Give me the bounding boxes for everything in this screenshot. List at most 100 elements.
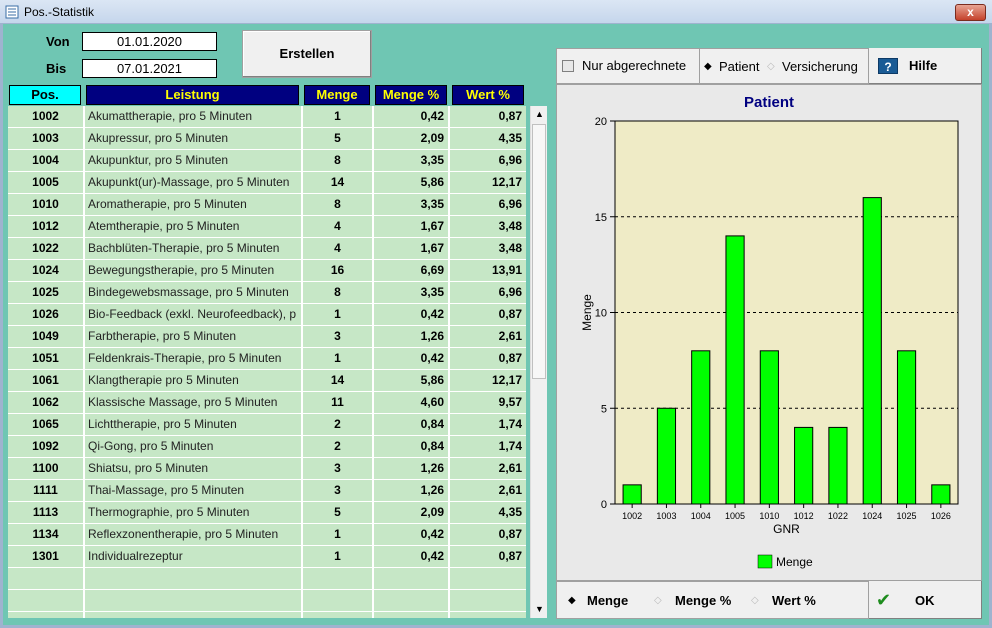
bar (725, 235, 745, 505)
versicherung-radio-icon[interactable]: ◇ (767, 61, 775, 72)
title-bar: Pos.-Statistik x (0, 0, 992, 24)
menge-cell: 1 (334, 351, 341, 365)
column-divider (372, 106, 374, 618)
leistung-cell: Bindegewebsmassage, pro 5 Minuten (88, 285, 289, 299)
menge-cell: 8 (334, 153, 341, 167)
bar (794, 426, 814, 505)
wert-pct-cell: 1,74 (498, 417, 522, 431)
menge-pct-radio-icon[interactable]: ◇ (654, 595, 662, 606)
wert-pct-cell (452, 568, 526, 589)
leistung-cell: Thai-Massage, pro 5 Minuten (88, 483, 245, 497)
menge-pct-cell: 0,42 (420, 307, 444, 321)
table-scrollbar[interactable]: ▲ ▼ (530, 106, 547, 618)
column-header-leistung[interactable]: Leistung (86, 85, 299, 105)
erstellen-button[interactable]: Erstellen (242, 30, 372, 78)
von-date-field[interactable]: 01.01.2020 (82, 32, 217, 51)
patient-radio-icon[interactable]: ◆ (704, 61, 712, 72)
scroll-thumb[interactable] (532, 124, 546, 379)
leistung-cell: Akupunkt(ur)-Massage, pro 5 Minuten (88, 175, 290, 189)
menge-pct-cell: 1,67 (420, 241, 444, 255)
wert-pct-cell: 0,87 (498, 109, 522, 123)
pos-cell: 1111 (33, 483, 58, 497)
bis-date-field[interactable]: 07.01.2021 (82, 59, 217, 78)
hilfe-label: Hilfe (909, 58, 938, 73)
pos-cell: 1051 (32, 351, 59, 365)
column-divider (448, 106, 450, 618)
menge-cell: 1 (334, 549, 341, 563)
legend-label: Menge (776, 555, 813, 569)
menge-pct-cell: 5,86 (420, 373, 444, 387)
x-tick-label: 1025 (897, 511, 917, 521)
wert-pct-cell: 0,87 (498, 351, 522, 365)
scroll-up-icon[interactable]: ▲ (531, 106, 548, 123)
ok-label: OK (915, 593, 935, 608)
pos-cell: 1010 (32, 197, 59, 211)
column-header-wert-pct[interactable]: Wert % (452, 85, 524, 105)
pos-cell: 1022 (32, 241, 59, 255)
menge-pct-radio-label[interactable]: Menge % (675, 593, 731, 608)
x-tick-label: 1003 (656, 511, 676, 521)
wert-pct-cell: 4,35 (498, 131, 522, 145)
patient-radio-label[interactable]: Patient (719, 59, 759, 74)
y-axis-label: Menge (580, 294, 594, 331)
leistung-cell: Atemtherapie, pro 5 Minuten (88, 219, 240, 233)
nur-abgerechnete-checkbox[interactable] (562, 60, 574, 72)
pos-cell: 1026 (32, 307, 59, 321)
column-header-menge[interactable]: Menge (304, 85, 370, 105)
wert-pct-cell: 6,96 (498, 153, 522, 167)
bar (656, 407, 677, 505)
pos-cell: 1301 (32, 549, 59, 563)
bar (622, 484, 642, 505)
bar (862, 197, 882, 505)
chart-title: Patient (744, 94, 794, 111)
y-tick-label: 10 (595, 308, 607, 320)
menge-cell: 5 (334, 505, 341, 519)
wert-pct-radio-label[interactable]: Wert % (772, 593, 816, 608)
menge-cell: 8 (334, 197, 341, 211)
bar (691, 350, 711, 505)
menge-pct-cell: 0,42 (420, 549, 444, 563)
versicherung-radio-label[interactable]: Versicherung (782, 59, 858, 74)
menge-cell: 11 (331, 395, 344, 409)
menge-pct-cell: 1,67 (420, 219, 444, 233)
scroll-down-icon[interactable]: ▼ (531, 601, 548, 618)
menge-pct-cell: 5,86 (420, 175, 444, 189)
pos-cell: 1002 (32, 109, 59, 123)
menge-radio-label[interactable]: Menge (587, 593, 628, 608)
menge-pct-cell (376, 590, 448, 611)
bar (896, 350, 917, 505)
menge-cell: 2 (334, 417, 341, 431)
menge-cell (303, 568, 372, 589)
column-divider (83, 106, 85, 618)
leistung-cell: Klangtherapie pro 5 Minuten (88, 373, 239, 387)
bar (828, 426, 848, 505)
menge-cell: 3 (334, 329, 341, 343)
menge-pct-cell: 0,84 (420, 439, 444, 453)
menge-pct-cell: 1,26 (420, 329, 444, 343)
leistung-cell: Klassische Massage, pro 5 Minuten (88, 395, 278, 409)
von-label: Von (46, 34, 70, 49)
leistung-cell: Aromatherapie, pro 5 Minuten (88, 197, 247, 211)
close-button[interactable]: x (955, 4, 986, 21)
leistung-cell: Bachblüten-Therapie, pro 5 Minuten (88, 241, 280, 255)
y-tick-label: 20 (595, 116, 607, 128)
x-tick-label: 1012 (794, 511, 814, 521)
checkmark-icon: ✔ (876, 590, 892, 610)
menge-pct-cell: 1,26 (420, 461, 444, 475)
menge-cell: 1 (334, 307, 341, 321)
wert-pct-radio-icon[interactable]: ◇ (751, 595, 759, 606)
column-header-menge-pct[interactable]: Menge % (375, 85, 447, 105)
x-tick-label: 1022 (828, 511, 848, 521)
menge-pct-cell: 3,35 (420, 285, 444, 299)
wert-pct-cell: 0,87 (498, 527, 522, 541)
bar (759, 350, 779, 505)
y-tick-label: 5 (601, 403, 607, 415)
column-header-pos[interactable]: Pos. (9, 85, 81, 105)
wert-pct-cell: 0,87 (498, 549, 522, 563)
menge-radio-icon[interactable]: ◆ (568, 595, 576, 606)
pos-cell: 1003 (32, 131, 59, 145)
nur-abgerechnete-label[interactable]: Nur abgerechnete (582, 58, 686, 73)
pos-cell: 1065 (32, 417, 59, 431)
pos-cell: 1100 (32, 461, 59, 475)
bar (931, 484, 951, 505)
